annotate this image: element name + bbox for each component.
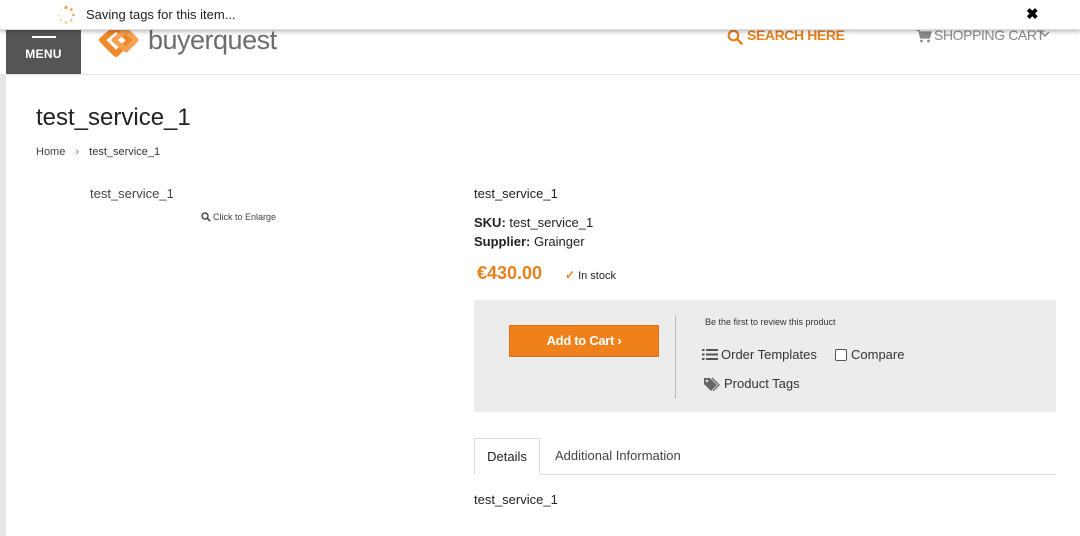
order-templates-link[interactable]: Order Templates: [702, 347, 817, 362]
product-tabs: Details Additional Information: [474, 438, 1056, 475]
notification-bar: Saving tags for this item... ✖: [0, 0, 1080, 30]
compare-label: Compare: [851, 347, 905, 362]
tags-icon: [704, 377, 720, 392]
divider: [675, 315, 676, 398]
check-icon: ✓: [565, 268, 576, 282]
add-to-cart-panel: Add to Cart › Be the first to review thi…: [474, 300, 1056, 412]
magnifier-icon: [201, 212, 211, 222]
breadcrumb-home-link[interactable]: Home: [36, 146, 65, 158]
enlarge-label: Click to Enlarge: [213, 212, 277, 222]
product-image[interactable]: test_service_1: [90, 186, 174, 201]
close-icon[interactable]: ✖: [1026, 7, 1039, 23]
tab-additional-information[interactable]: Additional Information: [555, 438, 681, 475]
supplier-value: Grainger: [533, 234, 585, 249]
search-icon: [727, 29, 743, 45]
chevron-down-icon: [1040, 31, 1050, 37]
left-edge: [0, 0, 6, 536]
breadcrumb-current: test_service_1: [89, 146, 161, 158]
cart-icon: [916, 29, 932, 43]
click-to-enlarge-link[interactable]: Click to Enlarge: [201, 212, 276, 222]
product-tags-label: Product Tags: [724, 376, 800, 391]
product-tags-link[interactable]: Product Tags: [703, 376, 800, 392]
stock-label: In stock: [578, 270, 616, 282]
product-name: test_service_1: [474, 186, 558, 201]
loading-spinner-icon: [57, 5, 75, 24]
list-icon: [702, 349, 718, 360]
chevron-right-icon: ›: [75, 146, 80, 158]
product-supplier: Supplier: Grainger: [474, 234, 585, 249]
add-to-cart-button[interactable]: Add to Cart ›: [509, 325, 659, 357]
page-title: test_service_1: [36, 104, 191, 131]
compare-checkbox[interactable]: Compare: [835, 347, 904, 362]
sku-label: SKU:: [474, 215, 506, 230]
order-templates-label: Order Templates: [721, 347, 817, 362]
breadcrumb: Home › test_service_1: [36, 146, 160, 158]
review-link[interactable]: Be the first to review this product: [705, 317, 836, 327]
stock-status: ✓ In stock: [565, 268, 616, 282]
product-price: €430.00: [477, 263, 543, 283]
tab-details[interactable]: Details: [474, 438, 540, 475]
tab-content: test_service_1: [474, 492, 558, 507]
checkbox-icon[interactable]: [835, 349, 847, 361]
notification-text: Saving tags for this item...: [86, 7, 236, 22]
product-sku: SKU: test_service_1: [474, 215, 593, 230]
sku-value: test_service_1: [509, 215, 594, 230]
supplier-label: Supplier:: [474, 234, 531, 249]
menu-label: MENU: [25, 47, 62, 61]
